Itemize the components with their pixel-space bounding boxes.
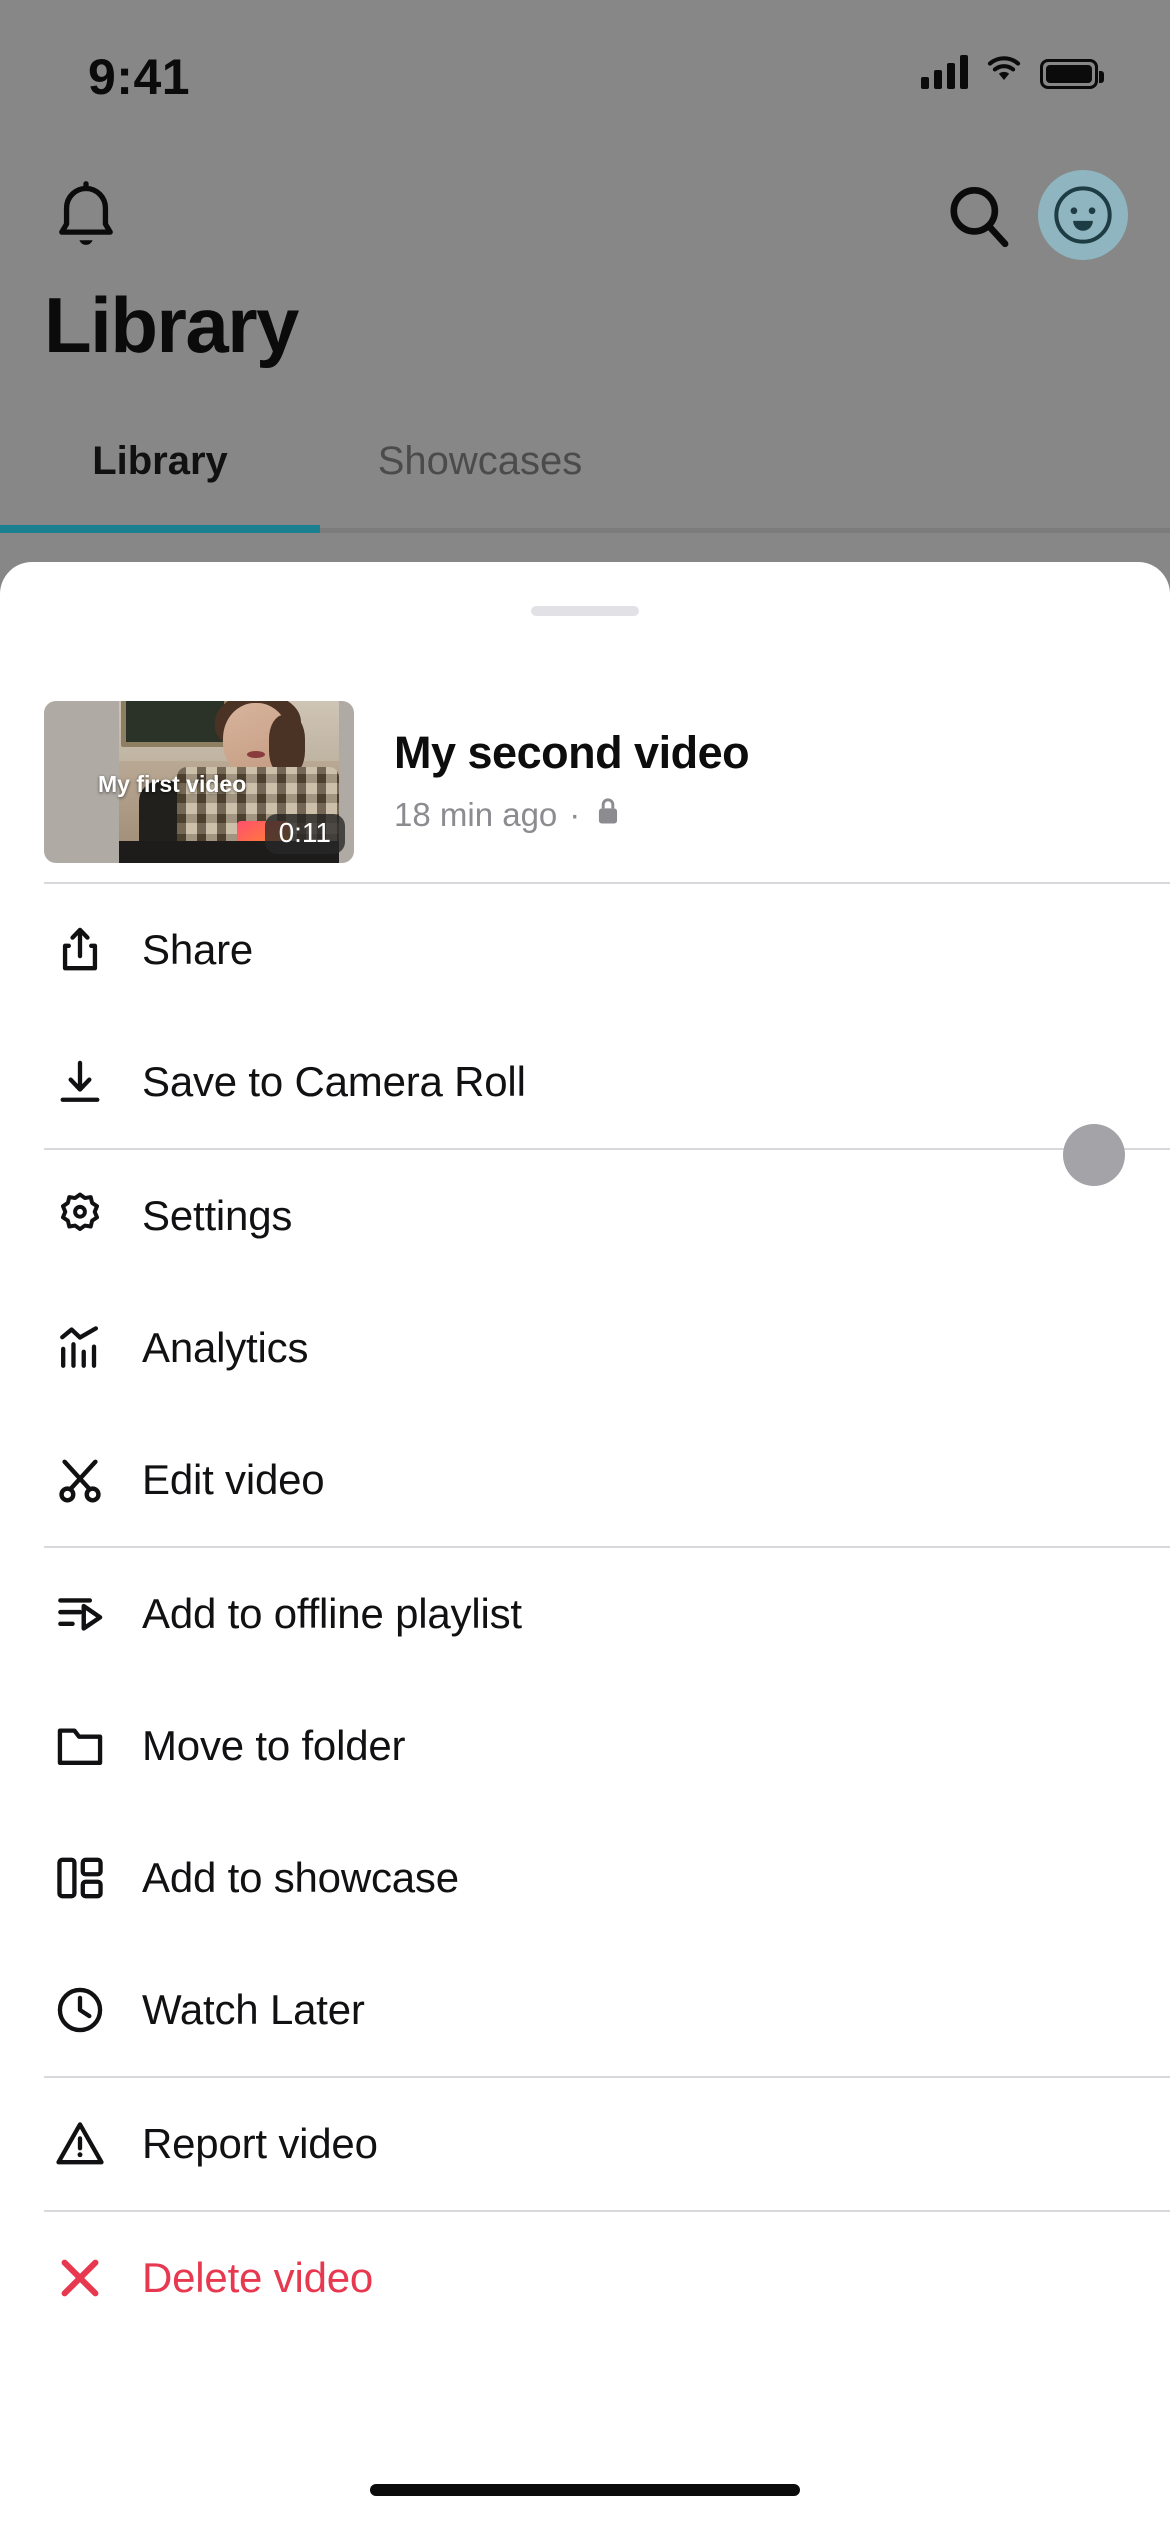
cellular-signal-icon bbox=[921, 55, 968, 89]
video-duration-badge: 0:11 bbox=[264, 814, 345, 854]
status-bar-time: 9:41 bbox=[88, 49, 191, 105]
playlist-play-icon bbox=[44, 1578, 116, 1650]
video-subtitle: 18 min ago · bbox=[394, 793, 749, 837]
lock-icon bbox=[592, 793, 624, 837]
warning-triangle-icon bbox=[44, 2108, 116, 2180]
options-menu: Share Save to Camera Roll Settings Analy… bbox=[0, 882, 1170, 2344]
tab-library[interactable]: Library bbox=[0, 439, 320, 484]
status-bar: 9:41 bbox=[0, 0, 1170, 125]
menu-item-add-to-offline-playlist[interactable]: Add to offline playlist bbox=[0, 1548, 1170, 1680]
menu-item-label: Watch Later bbox=[142, 1986, 365, 2033]
showcase-grid-icon bbox=[44, 1842, 116, 1914]
share-icon bbox=[44, 914, 116, 986]
menu-item-label: Settings bbox=[142, 1192, 293, 1239]
menu-item-share[interactable]: Share bbox=[0, 884, 1170, 1016]
menu-item-watch-later[interactable]: Watch Later bbox=[0, 1944, 1170, 2076]
video-title: My second video bbox=[394, 727, 750, 778]
menu-item-report-video[interactable]: Report video bbox=[0, 2078, 1170, 2210]
menu-item-label: Analytics bbox=[142, 1324, 309, 1371]
touch-indicator bbox=[1063, 1124, 1125, 1186]
menu-item-label: Delete video bbox=[142, 2254, 374, 2301]
status-bar-indicators bbox=[921, 52, 1104, 89]
menu-item-label: Save to Camera Roll bbox=[142, 1058, 526, 1105]
menu-item-edit-video[interactable]: Edit video bbox=[0, 1414, 1170, 1546]
scissors-icon bbox=[44, 1444, 116, 1516]
phone-screen: 9:41 Library Library Showcases My first … bbox=[0, 0, 1170, 2532]
video-thumbnail[interactable]: My first video 0:11 bbox=[44, 701, 354, 863]
tab-showcases[interactable]: Showcases bbox=[320, 439, 640, 484]
menu-item-label: Edit video bbox=[142, 1456, 325, 1503]
download-icon bbox=[44, 1046, 116, 1118]
video-timestamp: 18 min ago bbox=[394, 796, 558, 833]
close-x-icon bbox=[44, 2242, 116, 2314]
folder-icon bbox=[44, 1710, 116, 1782]
home-indicator[interactable] bbox=[370, 2484, 800, 2496]
menu-item-label: Share bbox=[142, 926, 254, 973]
analytics-icon bbox=[44, 1312, 116, 1384]
wifi-icon bbox=[984, 52, 1024, 89]
active-tab-indicator bbox=[0, 525, 320, 533]
menu-item-delete-video[interactable]: Delete video bbox=[0, 2212, 1170, 2344]
app-nav-bar bbox=[0, 170, 1170, 260]
menu-item-label: Add to showcase bbox=[142, 1854, 459, 1901]
menu-item-settings[interactable]: Settings bbox=[0, 1150, 1170, 1282]
avatar[interactable] bbox=[1038, 170, 1128, 260]
notifications-button[interactable] bbox=[42, 172, 130, 260]
sheet-drag-handle[interactable] bbox=[531, 606, 639, 616]
menu-item-label: Add to offline playlist bbox=[142, 1590, 522, 1637]
clock-icon bbox=[44, 1974, 116, 2046]
video-header: My first video 0:11 My second video 18 m… bbox=[0, 682, 1170, 882]
gear-icon bbox=[44, 1180, 116, 1252]
page-title: Library bbox=[44, 281, 299, 369]
video-subtitle-separator: · bbox=[569, 796, 581, 833]
menu-item-label: Move to folder bbox=[142, 1722, 406, 1769]
video-options-bottom-sheet: My first video 0:11 My second video 18 m… bbox=[0, 562, 1170, 2532]
search-button[interactable] bbox=[934, 172, 1022, 260]
battery-icon bbox=[1040, 59, 1104, 89]
menu-item-move-to-folder[interactable]: Move to folder bbox=[0, 1680, 1170, 1812]
video-meta: My second video 18 min ago · bbox=[394, 727, 750, 837]
dimmed-background-app: 9:41 Library Library Showcases bbox=[0, 0, 1170, 620]
menu-item-add-to-showcase[interactable]: Add to showcase bbox=[0, 1812, 1170, 1944]
menu-item-label: Report video bbox=[142, 2120, 378, 2167]
tab-bar: Library Showcases bbox=[0, 425, 1170, 535]
menu-item-analytics[interactable]: Analytics bbox=[0, 1282, 1170, 1414]
menu-item-save-to-camera-roll[interactable]: Save to Camera Roll bbox=[0, 1016, 1170, 1148]
thumbnail-overlay-title: My first video bbox=[98, 771, 247, 797]
